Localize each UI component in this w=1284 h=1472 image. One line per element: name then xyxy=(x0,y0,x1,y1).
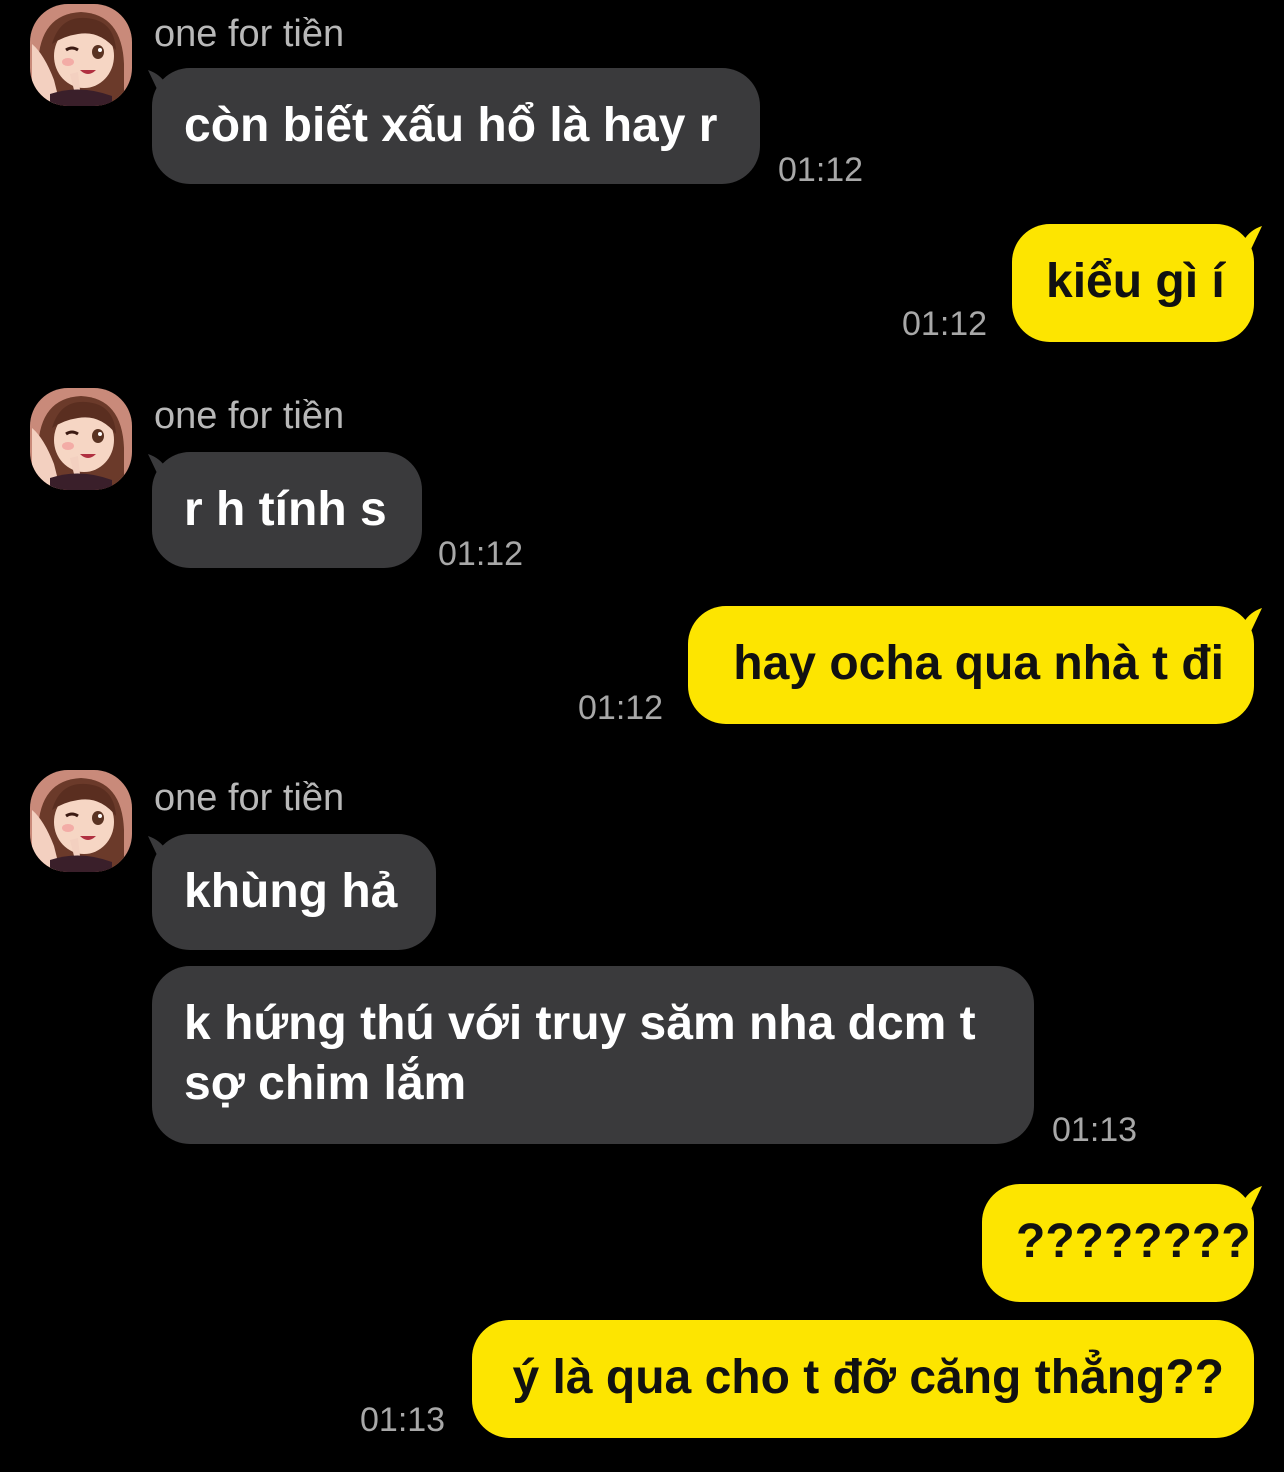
message-text: khùng hả xyxy=(184,865,398,918)
message-text: r h tính s xyxy=(184,483,387,536)
message-bubble-incoming[interactable]: còn biết xấu hổ là hay r xyxy=(152,68,760,184)
avatar-icon xyxy=(30,4,132,106)
chat-screen: { "messages": [ { "direction": "incoming… xyxy=(0,0,1284,1472)
message-text-line: k hứng thú với truy săm nha dcm t xyxy=(184,997,976,1050)
message-bubble-outgoing[interactable]: hay ocha qua nhà t đi xyxy=(688,606,1254,724)
message-timestamp: 01:13 xyxy=(360,1401,446,1439)
sender-name: one for tiền xyxy=(154,777,345,819)
message-timestamp: 01:12 xyxy=(578,689,664,727)
avatar[interactable] xyxy=(30,770,132,872)
message-bubble-outgoing[interactable]: ???????? xyxy=(982,1184,1254,1302)
avatar-icon xyxy=(30,770,132,872)
message-bubble-incoming[interactable]: khùng hả xyxy=(152,834,436,950)
message-bubble-outgoing[interactable]: kiểu gì í xyxy=(1012,224,1254,342)
message-bubble-outgoing[interactable]: ý là qua cho t đỡ căng thẳng?? xyxy=(472,1320,1254,1438)
avatar[interactable] xyxy=(30,4,132,106)
avatar-icon xyxy=(30,388,132,490)
message-text: kiểu gì í xyxy=(1046,255,1225,308)
avatar[interactable] xyxy=(30,388,132,490)
message-timestamp: 01:12 xyxy=(438,535,524,573)
sender-name: one for tiền xyxy=(154,13,345,55)
message-text: ý là qua cho t đỡ căng thẳng?? xyxy=(512,1351,1225,1404)
message-bubble-incoming[interactable]: r h tính s xyxy=(152,452,422,568)
message-text-line: sợ chim lắm xyxy=(184,1057,467,1110)
message-timestamp: 01:12 xyxy=(778,151,864,189)
sender-name: one for tiền xyxy=(154,395,345,437)
message-text: còn biết xấu hổ là hay r xyxy=(184,99,718,152)
message-timestamp: 01:12 xyxy=(902,305,988,343)
message-bubble-incoming[interactable]: k hứng thú với truy săm nha dcm t sợ chi… xyxy=(152,966,1034,1144)
message-text: ???????? xyxy=(1016,1215,1251,1268)
message-timestamp: 01:13 xyxy=(1052,1111,1138,1149)
message-text: hay ocha qua nhà t đi xyxy=(733,637,1224,690)
